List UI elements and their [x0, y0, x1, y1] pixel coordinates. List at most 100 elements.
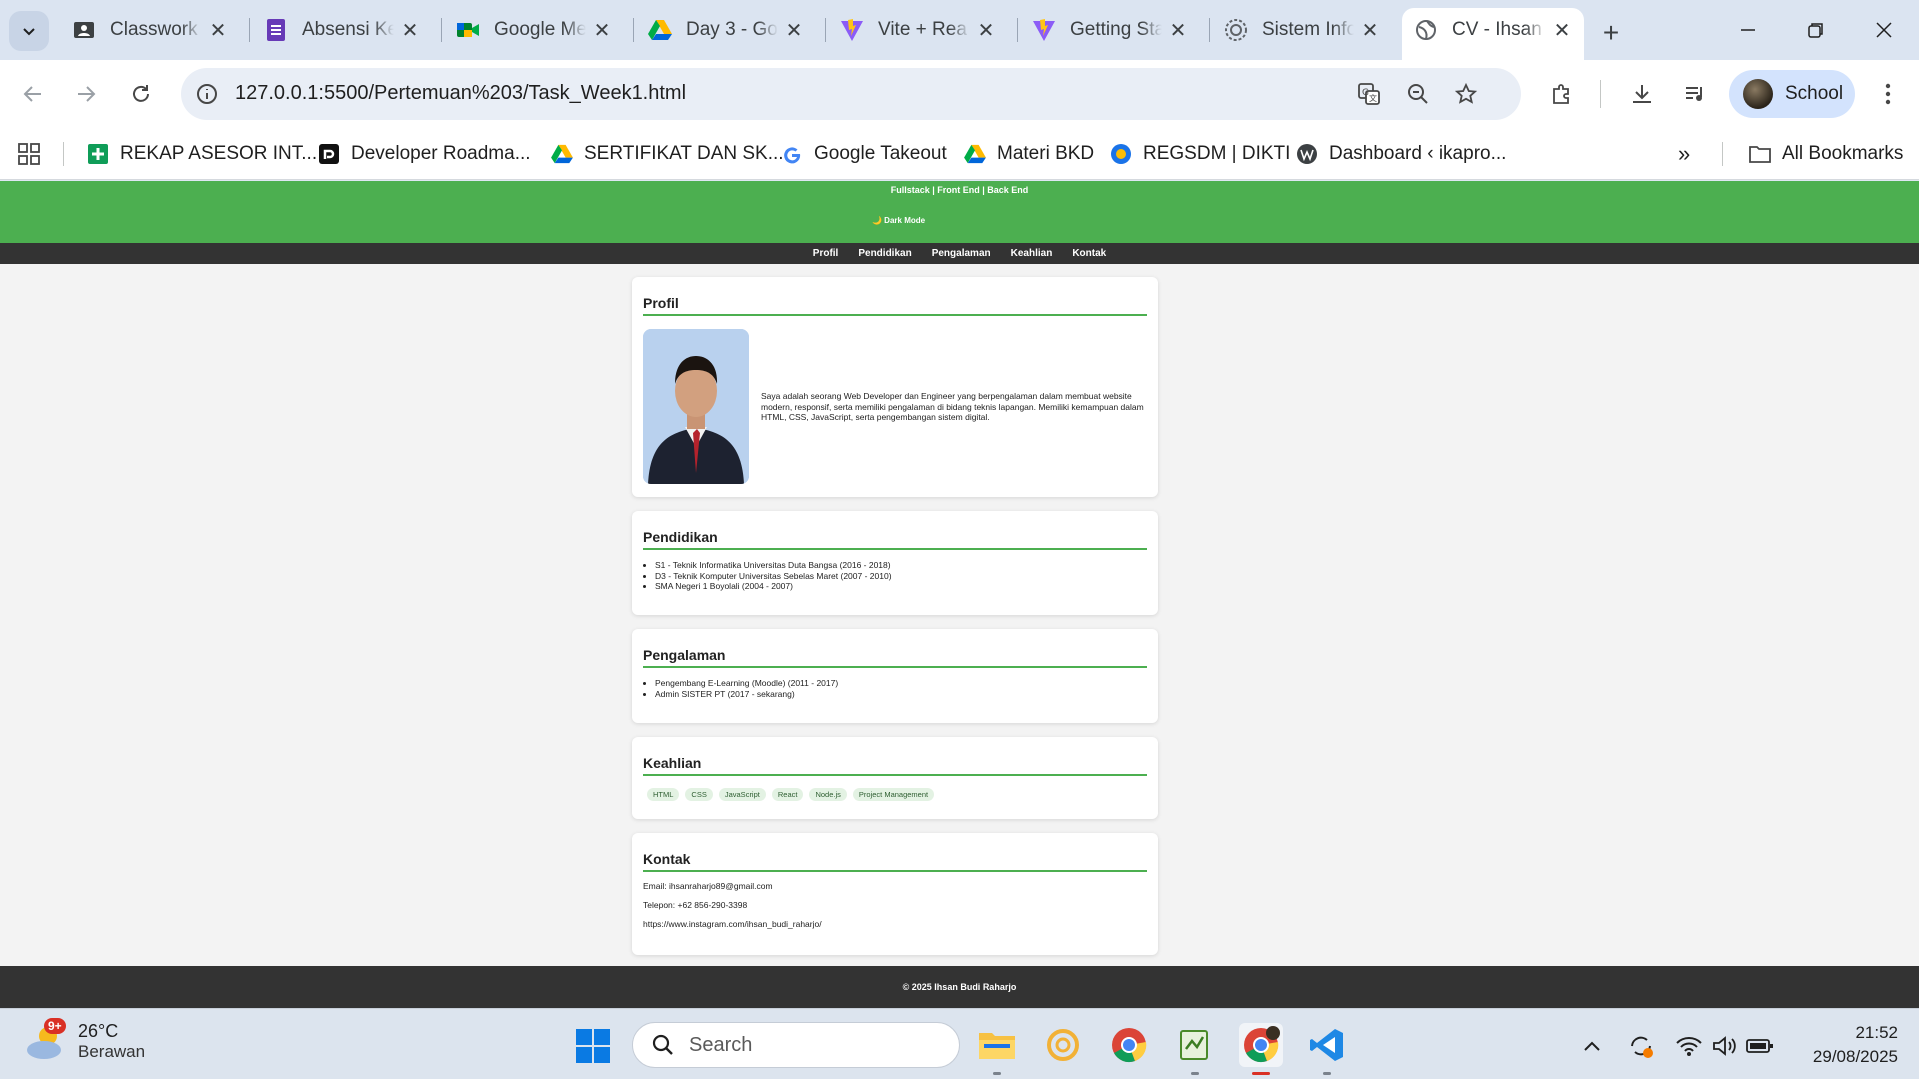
chevron-double-right-icon: »: [1678, 141, 1691, 166]
browser-toolbar: 127.0.0.1:5500/Pertemuan%203/Task_Week1.…: [0, 60, 1919, 128]
restore-button[interactable]: [1786, 8, 1846, 52]
meet-icon: [456, 18, 480, 42]
more-bookmarks-button[interactable]: »: [1678, 140, 1690, 168]
bookmark-materi-bkd[interactable]: Materi BKD: [963, 140, 1094, 168]
tab-title: Absensi Ke: [302, 19, 394, 40]
nav-pengalaman[interactable]: Pengalaman: [932, 248, 991, 259]
weather-badge: 9+: [44, 1017, 66, 1034]
vscode-app[interactable]: [1305, 1023, 1349, 1075]
bookmark-developer-roadmap[interactable]: Developer Roadma...: [317, 140, 531, 168]
tab-sistem-info[interactable]: Sistem Info ✕: [1212, 8, 1392, 52]
bookmark-star-icon[interactable]: [1446, 74, 1486, 114]
notepad-app[interactable]: [1173, 1023, 1217, 1075]
tab-strip: Classwork ✕ Absensi Ke ✕ Google Me ✕ Day…: [0, 0, 1919, 60]
back-button[interactable]: [13, 74, 53, 114]
reload-icon: [133, 85, 149, 102]
all-bookmarks-button[interactable]: All Bookmarks: [1748, 140, 1903, 168]
menu-button[interactable]: [1868, 74, 1908, 114]
translate-icon[interactable]: G文: [1349, 74, 1389, 114]
wordpress-icon: [1295, 142, 1319, 166]
bookmark-dashboard-ikapro[interactable]: Dashboard ‹ ikapro...: [1295, 140, 1506, 168]
reload-button[interactable]: [121, 74, 161, 114]
file-explorer-app[interactable]: [975, 1023, 1019, 1075]
tab-search-button[interactable]: [9, 11, 49, 51]
pendidikan-heading: Pendidikan: [643, 529, 1147, 550]
pengalaman-heading: Pengalaman: [643, 647, 1147, 668]
profile-label: School: [1785, 83, 1844, 104]
nav-kontak[interactable]: Kontak: [1072, 248, 1106, 259]
taskbar-search[interactable]: Search: [632, 1022, 960, 1068]
apps-button[interactable]: [18, 140, 40, 168]
minimize-icon: [1741, 29, 1755, 31]
start-button[interactable]: [573, 1026, 613, 1066]
system-clock[interactable]: 21:52 29/08/2025: [1798, 1021, 1898, 1069]
site-header: Fullstack | Front End | Back End 🌙 Dark …: [0, 181, 1919, 243]
close-icon[interactable]: ✕: [976, 20, 996, 42]
tab-google-meet[interactable]: Google Me ✕: [444, 8, 624, 52]
close-icon[interactable]: ✕: [208, 20, 228, 42]
address-bar[interactable]: 127.0.0.1:5500/Pertemuan%203/Task_Week1.…: [181, 68, 1521, 120]
url-text[interactable]: 127.0.0.1:5500/Pertemuan%203/Task_Week1.…: [235, 82, 686, 105]
photos-app[interactable]: [1041, 1023, 1085, 1067]
nav-profil[interactable]: Profil: [813, 248, 839, 259]
close-icon[interactable]: ✕: [784, 20, 804, 42]
site-info-icon[interactable]: [187, 74, 227, 114]
tab-classwork[interactable]: Classwork ✕: [60, 8, 240, 52]
contact-instagram-link[interactable]: https://www.instagram.com/ihsan_budi_rah…: [643, 919, 1147, 929]
bookmark-sertifikat[interactable]: SERTIFIKAT DAN SK...: [550, 140, 784, 168]
wifi-icon[interactable]: [1674, 1031, 1704, 1061]
close-icon[interactable]: ✕: [400, 20, 420, 42]
dark-mode-button[interactable]: 🌙 Dark Mode: [868, 213, 929, 227]
svg-text:G: G: [1362, 88, 1369, 98]
media-controls-button[interactable]: [1675, 74, 1715, 114]
volume-icon[interactable]: [1710, 1031, 1740, 1061]
downloads-button[interactable]: [1622, 74, 1662, 114]
chrome-app[interactable]: [1107, 1023, 1151, 1067]
tab-title: Day 3 - Go: [686, 19, 778, 40]
list-item: Admin SISTER PT (2017 - sekarang): [655, 689, 1147, 700]
minimize-button[interactable]: [1718, 8, 1778, 52]
zoom-icon[interactable]: [1398, 74, 1438, 114]
globe-icon: [1414, 18, 1438, 42]
sync-tray-icon[interactable]: [1626, 1031, 1656, 1061]
roadmap-icon: [317, 142, 341, 166]
tab-cv-ihsan[interactable]: CV - Ihsan ✕: [1402, 8, 1584, 60]
site-nav: Profil Pendidikan Pengalaman Keahlian Ko…: [0, 243, 1919, 264]
nav-keahlian[interactable]: Keahlian: [1011, 248, 1053, 259]
bookmark-rekap-asesor[interactable]: REKAP ASESOR INT...: [86, 140, 317, 168]
tab-title: Google Me: [494, 19, 586, 40]
tab-absensi[interactable]: Absensi Ke ✕: [252, 8, 432, 52]
new-tab-button[interactable]: +: [1593, 15, 1629, 51]
folder-icon: [979, 1033, 1015, 1059]
bookmark-google-takeout[interactable]: Google Takeout: [780, 140, 947, 168]
show-hidden-icons-button[interactable]: [1577, 1031, 1607, 1061]
extensions-button[interactable]: [1542, 74, 1582, 114]
search-icon: [652, 1034, 673, 1055]
close-icon[interactable]: ✕: [1168, 20, 1188, 42]
close-icon[interactable]: ✕: [592, 20, 612, 42]
folder-icon: [1748, 142, 1772, 166]
skill-tag: HTML: [647, 788, 680, 801]
tab-getting-started[interactable]: Getting Sta ✕: [1020, 8, 1200, 52]
tab-title: Classwork: [110, 19, 198, 40]
profile-button[interactable]: School: [1729, 70, 1855, 118]
nav-pendidikan[interactable]: Pendidikan: [858, 248, 911, 259]
skill-tag: CSS: [685, 788, 713, 801]
all-bookmarks-label: All Bookmarks: [1782, 143, 1904, 164]
close-icon[interactable]: ✕: [1360, 20, 1380, 42]
tab-vite-react[interactable]: Vite + Rea ✕: [828, 8, 1008, 52]
close-window-button[interactable]: [1854, 8, 1914, 52]
close-icon[interactable]: ✕: [1552, 20, 1572, 42]
weather-widget[interactable]: 9+ 26°C Berawan: [24, 1017, 145, 1062]
google-icon: [780, 142, 804, 166]
bookmark-regsdm[interactable]: REGSDM | DIKTI: [1109, 140, 1290, 168]
forward-button[interactable]: [66, 74, 106, 114]
bookmark-label: SERTIFIKAT DAN SK...: [584, 143, 784, 164]
list-item: S1 - Teknik Informatika Universitas Duta…: [655, 560, 1147, 571]
battery-icon[interactable]: [1745, 1031, 1775, 1061]
chrome-profile-app[interactable]: [1239, 1023, 1283, 1075]
weather-temp: 26°C: [78, 1021, 119, 1041]
photos-icon: [1047, 1029, 1079, 1061]
pendidikan-list: S1 - Teknik Informatika Universitas Duta…: [643, 560, 1147, 592]
tab-day3-drive[interactable]: Day 3 - Go ✕: [636, 8, 816, 52]
